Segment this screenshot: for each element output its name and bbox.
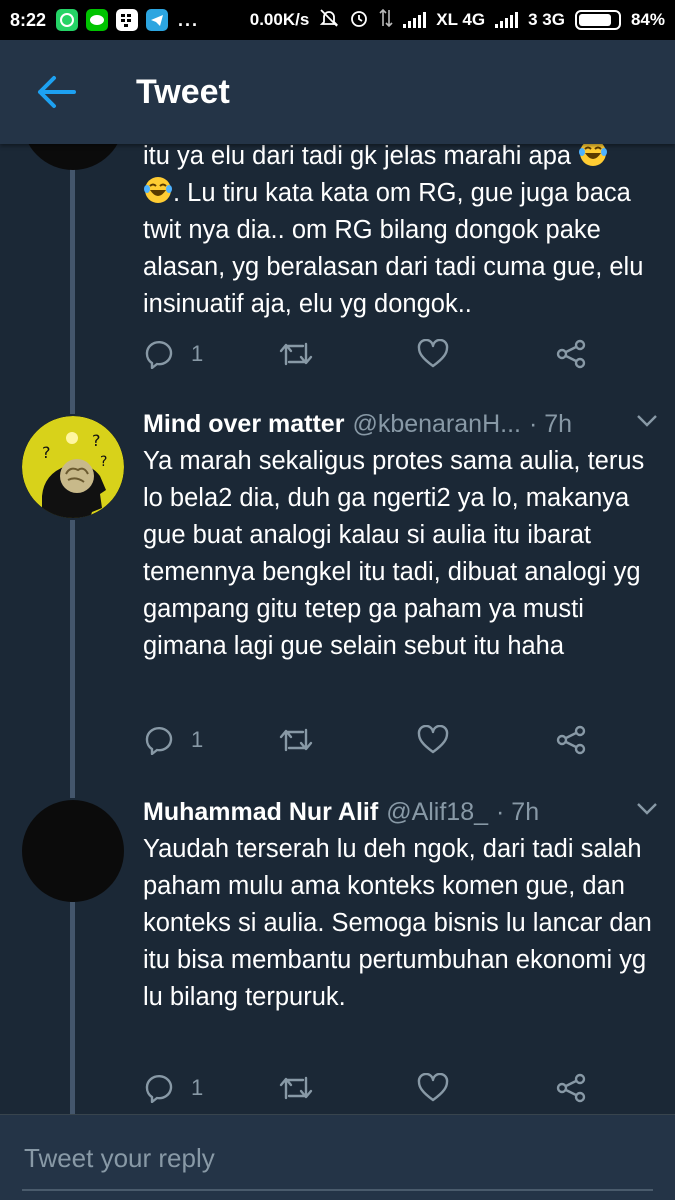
tweet-header: Mind over matter @kbenaranH... · 7h [143,410,658,439]
svg-text:?: ? [92,431,101,450]
like-icon [417,725,449,754]
tweet-text: Ya marah sekaligus protes sama aulia, te… [143,447,645,660]
tweet-actions: 1 [143,1068,593,1108]
avatar[interactable] [22,800,124,902]
reply-bar: Tweet your reply [0,1114,675,1200]
signal-strength-icon [403,12,427,28]
mute-bell-icon [319,8,339,33]
retweet-icon [279,342,313,366]
tweet[interactable]: Muhammad Nur Alif @Alif18_ · 7h Yaudah t… [143,798,658,1016]
more-notifications-icon: ... [178,9,200,30]
whatsapp-icon [56,9,79,31]
svg-text:?: ? [100,454,107,470]
tweet-text: Yaudah terserah lu deh ngok, dari tadi s… [143,835,652,1011]
alarm-icon [349,8,369,33]
thread-line [70,902,75,1114]
share-icon [556,725,586,755]
retweet-icon [279,1076,313,1100]
carrier-1: XL 4G [436,10,486,29]
avatar[interactable]: ? ? ? [22,416,124,518]
chevron-down-icon[interactable] [636,414,658,428]
user-handle[interactable]: @kbenaranH... [352,410,521,439]
share-icon [556,1073,586,1103]
battery-icon [574,10,621,30]
retweet-button[interactable] [279,720,313,760]
reply-button[interactable]: 1 [143,1068,203,1108]
reply-icon [145,340,173,369]
telegram-icon [146,9,169,31]
retweet-button[interactable] [279,334,313,374]
tweet-actions: 1 [143,720,593,760]
reply-count: 1 [191,727,204,752]
reply-icon [145,1074,173,1103]
like-button[interactable] [417,720,449,760]
share-button[interactable] [555,720,587,760]
bbm-icon [116,9,139,31]
reply-count: 1 [191,1075,204,1100]
tweet-actions: 1 [143,334,593,374]
brain-avatar-image: ? ? ? [22,416,124,518]
like-button[interactable] [417,334,449,374]
like-button[interactable] [417,1068,449,1108]
like-icon [417,339,449,368]
share-icon [556,339,586,369]
battery-percent: 84% [630,10,665,29]
carrier-2: 3 3G [528,10,565,29]
reply-button[interactable]: 1 [143,334,203,374]
tweet-time: · 7h [496,798,540,826]
tweet-header: Muhammad Nur Alif @Alif18_ · 7h [143,798,658,827]
retweet-button[interactable] [279,1068,313,1108]
reply-icon [145,726,173,755]
user-name[interactable]: Muhammad Nur Alif [143,798,378,827]
tweet-text: itu ya elu dari tadi gk jelas marahi apa… [143,138,658,323]
share-button[interactable] [555,334,587,374]
user-handle[interactable]: @Alif18_ [386,798,488,827]
back-arrow-icon [38,76,76,108]
tweet[interactable]: itu ya elu dari tadi gk jelas marahi apa… [143,134,658,323]
thread-line [70,520,75,798]
app-header: Tweet [0,40,675,144]
line-app-icon [86,9,109,31]
laughing-emoji-icon [144,177,172,203]
svg-text:?: ? [42,443,51,462]
signal-strength-icon-2 [495,12,519,28]
like-icon [417,1073,449,1102]
page-title: Tweet [136,72,230,111]
network-speed: 0.00K/s [249,10,310,29]
thread-line [70,144,75,414]
status-bar: 8:22 ... 0.00K/s XL 4G 3 3G 84% [0,0,675,40]
chevron-down-icon[interactable] [636,802,658,816]
data-transfer-icon [379,8,393,33]
share-button[interactable] [555,1068,587,1108]
tweet-time: · 7h [528,410,573,438]
reply-input-underline [22,1189,653,1191]
retweet-icon [279,728,313,752]
reply-input[interactable]: Tweet your reply [24,1143,215,1174]
tweet[interactable]: Mind over matter @kbenaranH... · 7h Ya m… [143,410,658,665]
back-button[interactable] [0,40,112,144]
status-time: 8:22 [10,9,47,30]
user-name[interactable]: Mind over matter [143,410,344,439]
reply-count: 1 [191,341,204,366]
reply-button[interactable]: 1 [143,720,203,760]
